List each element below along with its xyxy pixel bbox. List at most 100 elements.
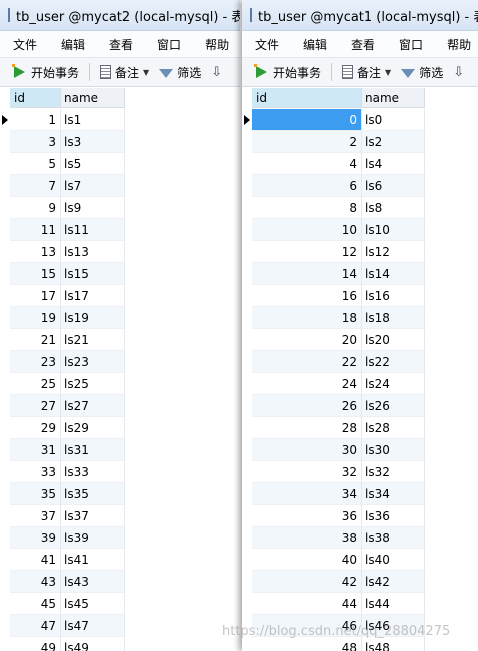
row-header[interactable] <box>242 461 252 483</box>
row-header[interactable] <box>0 615 10 637</box>
cell-name[interactable]: ls10 <box>362 219 425 241</box>
cell-id[interactable]: 34 <box>252 483 362 505</box>
cell-name[interactable]: ls4 <box>362 153 425 175</box>
table-row[interactable]: 41 ls41 <box>0 549 240 571</box>
cell-name[interactable]: ls23 <box>61 351 125 373</box>
cell-name[interactable]: ls0 <box>362 109 425 131</box>
table-row[interactable]: 11 ls11 <box>0 219 240 241</box>
table-row[interactable]: 1 ls1 <box>0 109 240 131</box>
row-header[interactable] <box>242 483 252 505</box>
cell-id[interactable]: 25 <box>10 373 61 395</box>
cell-name[interactable]: ls39 <box>61 527 125 549</box>
cell-id[interactable]: 19 <box>10 307 61 329</box>
table-row[interactable]: 34 ls34 <box>242 483 478 505</box>
column-header-id[interactable]: id <box>252 88 362 108</box>
cell-id[interactable]: 2 <box>252 131 362 153</box>
row-header[interactable] <box>242 307 252 329</box>
row-header[interactable] <box>0 527 10 549</box>
row-header[interactable] <box>242 593 252 615</box>
cell-name[interactable]: ls43 <box>61 571 125 593</box>
cell-name[interactable]: ls12 <box>362 241 425 263</box>
cell-name[interactable]: ls42 <box>362 571 425 593</box>
cell-name[interactable]: ls14 <box>362 263 425 285</box>
cell-name[interactable]: ls21 <box>61 329 125 351</box>
begin-transaction-button[interactable]: 开始事务 <box>10 64 82 81</box>
cell-name[interactable]: ls26 <box>362 395 425 417</box>
cell-id[interactable]: 48 <box>252 637 362 651</box>
cell-name[interactable]: ls8 <box>362 197 425 219</box>
cell-name[interactable]: ls35 <box>61 483 125 505</box>
cell-id[interactable]: 11 <box>10 219 61 241</box>
table-row[interactable]: 14 ls14 <box>242 263 478 285</box>
table-row[interactable]: 7 ls7 <box>0 175 240 197</box>
cell-name[interactable]: ls37 <box>61 505 125 527</box>
cell-id[interactable]: 24 <box>252 373 362 395</box>
cell-name[interactable]: ls34 <box>362 483 425 505</box>
note-button[interactable]: 备注 ▼ <box>339 64 394 81</box>
table-row[interactable]: 38 ls38 <box>242 527 478 549</box>
cell-name[interactable]: ls3 <box>61 131 125 153</box>
cell-id[interactable]: 17 <box>10 285 61 307</box>
cell-id[interactable]: 39 <box>10 527 61 549</box>
row-header[interactable] <box>242 329 252 351</box>
table-row[interactable]: 10 ls10 <box>242 219 478 241</box>
table-row[interactable]: 47 ls47 <box>0 615 240 637</box>
table-row[interactable]: 13 ls13 <box>0 241 240 263</box>
menu-edit[interactable]: 编辑 <box>48 36 96 53</box>
cell-id[interactable]: 14 <box>252 263 362 285</box>
menu-window[interactable]: 窗口 <box>386 36 434 53</box>
table-row[interactable]: 32 ls32 <box>242 461 478 483</box>
cell-id[interactable]: 29 <box>10 417 61 439</box>
table-row[interactable]: 20 ls20 <box>242 329 478 351</box>
row-header[interactable] <box>0 505 10 527</box>
title-bar[interactable]: tb_user @mycat2 (local-mysql) - 表 <box>0 0 240 31</box>
cell-id[interactable]: 30 <box>252 439 362 461</box>
row-header[interactable] <box>0 197 10 219</box>
row-header[interactable] <box>242 241 252 263</box>
cell-id[interactable]: 1 <box>10 109 61 131</box>
row-header[interactable] <box>0 241 10 263</box>
row-header[interactable] <box>0 395 10 417</box>
cell-id[interactable]: 7 <box>10 175 61 197</box>
cell-id[interactable]: 41 <box>10 549 61 571</box>
cell-id[interactable]: 27 <box>10 395 61 417</box>
cell-id[interactable]: 0 <box>252 109 362 131</box>
row-header[interactable] <box>242 417 252 439</box>
cell-name[interactable]: ls40 <box>362 549 425 571</box>
row-header[interactable] <box>0 329 10 351</box>
sort-button[interactable]: ⇩ <box>208 65 225 80</box>
row-header[interactable] <box>242 175 252 197</box>
table-row[interactable]: 27 ls27 <box>0 395 240 417</box>
row-header[interactable] <box>242 549 252 571</box>
table-row[interactable]: 48 ls48 <box>242 637 478 651</box>
cell-id[interactable]: 44 <box>252 593 362 615</box>
row-header[interactable] <box>0 153 10 175</box>
row-header[interactable] <box>0 461 10 483</box>
row-header[interactable] <box>242 285 252 307</box>
table-row[interactable]: 30 ls30 <box>242 439 478 461</box>
table-row[interactable]: 43 ls43 <box>0 571 240 593</box>
table-row[interactable]: 23 ls23 <box>0 351 240 373</box>
menu-view[interactable]: 查看 <box>338 36 386 53</box>
table-row[interactable]: 9 ls9 <box>0 197 240 219</box>
row-header[interactable] <box>242 219 252 241</box>
cell-id[interactable]: 16 <box>252 285 362 307</box>
table-row[interactable]: 8 ls8 <box>242 197 478 219</box>
table-row[interactable]: 12 ls12 <box>242 241 478 263</box>
filter-button[interactable]: 筛选 <box>156 64 204 81</box>
row-header[interactable] <box>0 351 10 373</box>
row-header[interactable] <box>242 109 252 131</box>
table-row[interactable]: 17 ls17 <box>0 285 240 307</box>
column-header-name[interactable]: name <box>61 88 125 108</box>
cell-id[interactable]: 28 <box>252 417 362 439</box>
table-row[interactable]: 24 ls24 <box>242 373 478 395</box>
table-row[interactable]: 4 ls4 <box>242 153 478 175</box>
cell-name[interactable]: ls47 <box>61 615 125 637</box>
table-row[interactable]: 45 ls45 <box>0 593 240 615</box>
table-row[interactable]: 3 ls3 <box>0 131 240 153</box>
row-header[interactable] <box>0 417 10 439</box>
cell-name[interactable]: ls17 <box>61 285 125 307</box>
cell-id[interactable]: 6 <box>252 175 362 197</box>
row-header[interactable] <box>0 109 10 131</box>
cell-id[interactable]: 32 <box>252 461 362 483</box>
